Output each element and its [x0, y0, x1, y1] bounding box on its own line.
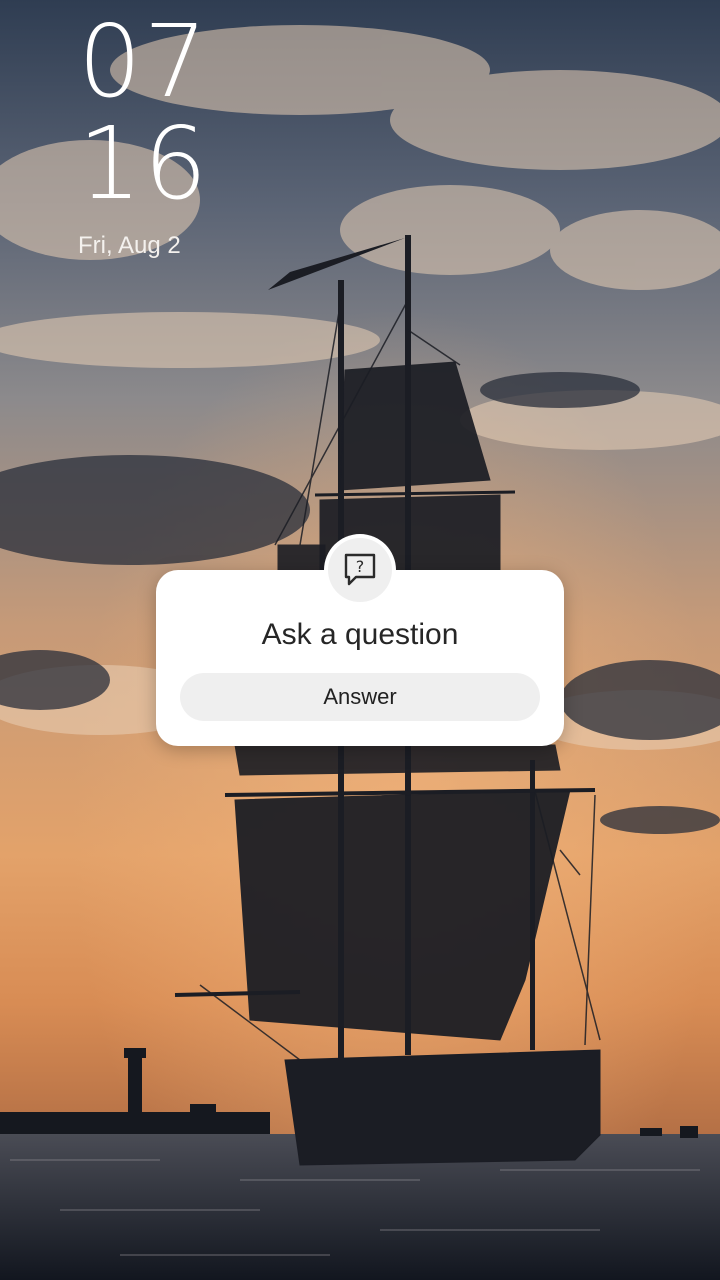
- question-bubble-icon: ?: [344, 553, 376, 586]
- lockscreen-clock: 07 16 Fri, Aug 2: [78, 12, 209, 258]
- clock-minutes: 16: [78, 105, 210, 222]
- clock-hours: 07: [78, 3, 210, 120]
- question-sticker-icon-badge: ?: [324, 534, 396, 606]
- lockscreen-date: Fri, Aug 2: [78, 232, 181, 259]
- question-sticker-title: Ask a question: [261, 618, 459, 651]
- answer-button[interactable]: Answer: [180, 673, 540, 721]
- svg-text:?: ?: [356, 557, 365, 576]
